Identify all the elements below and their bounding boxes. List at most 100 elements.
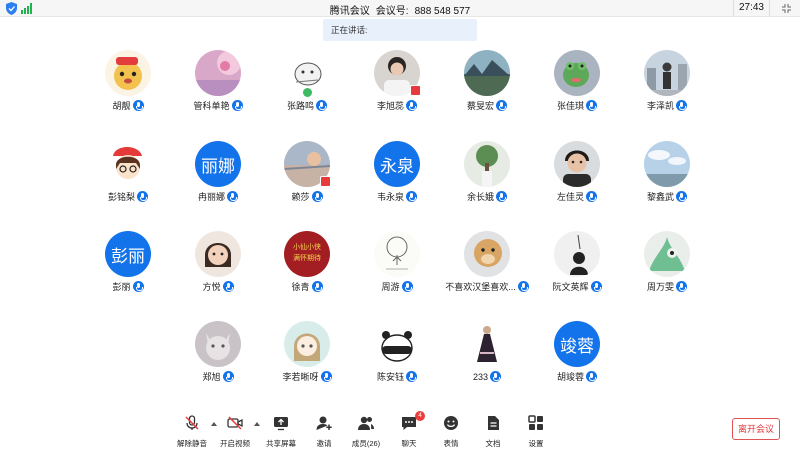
- participant-tile[interactable]: 周游: [352, 231, 442, 311]
- participant-name: 胡靓: [112, 101, 131, 111]
- participant-tile[interactable]: 彭丽 彭丽: [83, 231, 173, 311]
- participant-tile[interactable]: 永泉 韦永泉: [352, 141, 442, 221]
- participant-tile[interactable]: 不喜欢汉堡喜欢...: [442, 231, 532, 311]
- mic-icon: [676, 281, 687, 292]
- participant-name: 李泽凯: [646, 101, 674, 111]
- avatar-initials: 丽娜: [201, 156, 235, 176]
- participant-tile[interactable]: 彭铭梨: [83, 141, 173, 221]
- avatar: 永泉: [374, 141, 420, 187]
- avatar: [464, 321, 510, 367]
- participant-name: 左佳灵: [556, 192, 584, 202]
- participant-name: 蔡旻宏: [466, 101, 494, 111]
- mic-icon: [222, 371, 234, 382]
- leave-meeting-button[interactable]: 离开会议: [732, 418, 780, 440]
- participant-name: 徐青: [291, 282, 310, 292]
- avatar: [464, 50, 510, 96]
- participant-name-row: 李若晰呀: [262, 370, 352, 384]
- participant-name: 彭丽: [112, 282, 131, 292]
- participant-tile[interactable]: 余长娥: [442, 141, 532, 221]
- participant-tile[interactable]: 小仙小侠 满怀期待 徐青: [262, 231, 352, 311]
- participant-tile[interactable]: 张佳琪: [532, 50, 622, 130]
- mic-icon: [406, 100, 417, 111]
- mic-icon: [132, 281, 144, 292]
- participant-name: 李若晰呀: [282, 372, 319, 382]
- video-options-caret[interactable]: [254, 422, 260, 426]
- settings-button[interactable]: 设置: [516, 413, 556, 449]
- speaking-indicator: 正在讲话:: [323, 19, 477, 41]
- svg-text:小仙小侠: 小仙小侠: [293, 242, 321, 251]
- participant-tile[interactable]: 方悦: [173, 231, 263, 311]
- document-icon: [488, 416, 499, 430]
- participant-name-row: 冉丽娜: [173, 190, 263, 204]
- participant-tile[interactable]: 管科单艳: [173, 50, 263, 130]
- participant-tile[interactable]: 郑旭: [173, 321, 263, 401]
- participant-tile[interactable]: 黎鑫武: [622, 141, 712, 221]
- participant-tile[interactable]: 胡靓: [83, 50, 173, 130]
- participant-name-row: 李泽凯: [622, 99, 712, 113]
- participant-tile[interactable]: 竣蓉胡竣蓉: [532, 321, 622, 401]
- bottom-toolbar: 解除静音 开启视频 共享屏幕 邀请 成员(26) 4 聊天 表情 文档 设置: [0, 410, 800, 450]
- participant-tile[interactable]: 陈安钰: [352, 321, 442, 401]
- avatar: [644, 231, 690, 277]
- mic-icon: [401, 281, 413, 292]
- avatar: [464, 231, 510, 277]
- host-badge: [302, 87, 313, 98]
- participant-tile[interactable]: 丽娜 冉丽娜: [173, 141, 263, 221]
- participant-name-row: 郑旭: [173, 370, 263, 384]
- avatar-initials: 永泉: [380, 156, 414, 176]
- screen-share-badge: [320, 176, 331, 187]
- participant-tile[interactable]: 李旭蕊: [352, 50, 442, 130]
- avatar: 丽娜: [195, 141, 241, 187]
- participant-name-row: 管科单艳: [173, 99, 263, 113]
- participant-name-row: 彭铭梨: [83, 190, 173, 204]
- participant-name-row: 蔡旻宏: [442, 99, 532, 113]
- avatar: [195, 231, 241, 277]
- participant-tile[interactable]: 周万雯: [622, 231, 712, 311]
- mic-icon: [406, 191, 417, 202]
- participant-tile[interactable]: 张路鸣: [262, 50, 352, 130]
- avatar: [105, 50, 151, 96]
- participant-name: 管科单艳: [193, 101, 230, 111]
- participant-tile[interactable]: 李泽凯: [622, 50, 712, 130]
- participant-name: 胡竣蓉: [556, 372, 584, 382]
- participant-tile[interactable]: 233: [442, 321, 532, 401]
- participant-name-row: 张路鸣: [262, 99, 352, 113]
- participant-tile[interactable]: 赖莎: [262, 141, 352, 221]
- participant-name-row: 徐青: [262, 280, 352, 294]
- participant-name: 赖莎: [291, 192, 310, 202]
- participant-name-row: 彭丽: [83, 280, 173, 294]
- mic-muted-icon: [185, 415, 199, 430]
- mic-icon: [586, 100, 597, 111]
- avatar: [554, 50, 600, 96]
- avatar: [195, 321, 241, 367]
- mic-icon: [311, 281, 323, 292]
- participant-tile[interactable]: 左佳灵: [532, 141, 622, 221]
- exit-fullscreen-icon[interactable]: [781, 3, 792, 14]
- participant-name-row: 陈安钰: [352, 370, 442, 384]
- participant-name: 周万雯: [646, 282, 674, 292]
- avatar-initials: 竣蓉: [560, 336, 594, 356]
- participant-tile[interactable]: 阮文英辉: [532, 231, 622, 311]
- screen-share-badge: [410, 85, 421, 96]
- participant-name-row: 胡靓: [83, 99, 173, 113]
- app-title: 腾讯会议: [329, 6, 370, 17]
- participant-name: 周游: [381, 282, 400, 292]
- avatar-initials: 彭丽: [111, 246, 145, 266]
- participant-name: 彭铭梨: [107, 192, 135, 202]
- participant-tile[interactable]: 李若晰呀: [262, 321, 352, 401]
- participant-name-row: 黎鑫武: [622, 190, 712, 204]
- avatar: [644, 50, 690, 96]
- participant-tile[interactable]: 蔡旻宏: [442, 50, 532, 130]
- avatar: [644, 141, 690, 187]
- mic-icon: [676, 100, 687, 111]
- participant-name-row: 赖莎: [262, 190, 352, 204]
- meeting-id[interactable]: 888 548 577: [415, 6, 471, 17]
- add-user-icon: [316, 416, 332, 430]
- participant-name-row: 韦永泉: [352, 190, 442, 204]
- start-video-button[interactable]: 开启视频: [215, 413, 255, 449]
- participant-name: 张路鸣: [286, 101, 314, 111]
- mic-icon: [311, 191, 323, 202]
- participant-name-row: 方悦: [173, 280, 263, 294]
- mic-icon: [586, 371, 597, 382]
- participant-name-row: 周万雯: [622, 280, 712, 294]
